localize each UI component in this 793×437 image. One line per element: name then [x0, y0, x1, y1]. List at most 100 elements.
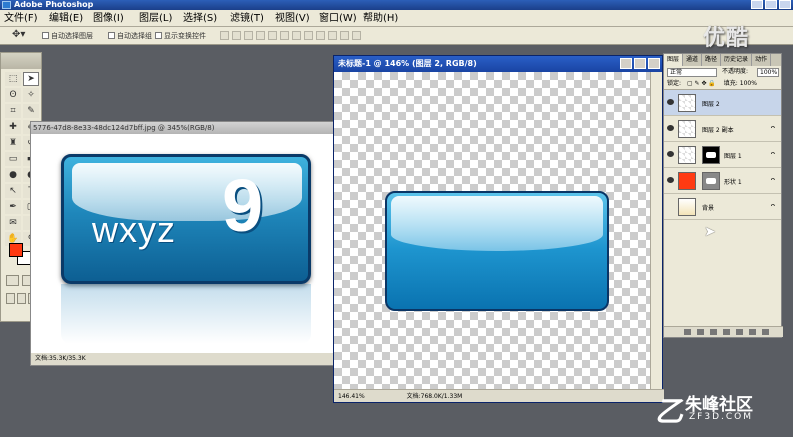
align-hcenter-icon[interactable]: [268, 31, 277, 40]
vertical-scrollbar[interactable]: [650, 72, 662, 391]
watermark-url: ZF3D.COM: [689, 412, 753, 422]
document-canvas[interactable]: [334, 72, 652, 391]
layer-mask-thumbnail: [702, 146, 720, 164]
zoom-level[interactable]: 146.41%: [338, 393, 365, 400]
healing-tool-icon[interactable]: ✚: [5, 120, 21, 134]
app-title: Adobe Photoshop: [14, 0, 94, 9]
layer-row[interactable]: 形状 1 ᴖ: [664, 168, 781, 194]
path-select-tool-icon[interactable]: ↖: [5, 184, 21, 198]
layer-style-icon[interactable]: ᴖ: [771, 124, 775, 132]
slice-tool-icon[interactable]: ✎: [23, 104, 39, 118]
marquee-tool-icon[interactable]: ⬚: [5, 72, 21, 86]
fill-input[interactable]: 100%: [740, 80, 757, 87]
lasso-tool-icon[interactable]: ʘ: [5, 88, 21, 102]
move-tool-icon[interactable]: ✥▾: [12, 29, 25, 40]
notes-tool-icon[interactable]: ✉: [5, 216, 21, 230]
menu-window[interactable]: 窗口(W): [319, 12, 357, 25]
stamp-tool-icon[interactable]: ♜: [5, 136, 21, 150]
distribute-left-icon[interactable]: [328, 31, 337, 40]
crop-tool-icon[interactable]: ⌗: [5, 104, 21, 118]
close-button[interactable]: [648, 58, 660, 69]
layer-name: 图层 1: [724, 153, 742, 160]
move-tool-icon[interactable]: ➤: [23, 72, 39, 86]
document-title[interactable]: 未标题-1 @ 146% (图层 2, RGB/8): [334, 56, 662, 72]
document-canvas[interactable]: wxyz 9: [31, 134, 336, 355]
document-status: 146.41% 文档:768.0K/1.33M: [334, 389, 664, 402]
auto-select-group-option[interactable]: 自动选择组: [108, 31, 152, 41]
layer-thumbnail: [678, 172, 696, 190]
auto-select-layer-checkbox[interactable]: [42, 32, 49, 39]
tab-history[interactable]: 历史记录: [721, 54, 753, 66]
visibility-eye-icon[interactable]: [667, 177, 674, 183]
document-title[interactable]: 5776-47d8-8e33-48dc124d7bff.jpg @ 345%(R…: [31, 122, 334, 134]
distribute-right-icon[interactable]: [352, 31, 361, 40]
layer-row[interactable]: 背景 ᴖ: [664, 194, 781, 220]
tab-actions[interactable]: 动作: [752, 54, 772, 66]
show-transform-checkbox[interactable]: [155, 32, 162, 39]
menu-layer[interactable]: 图层(L): [139, 12, 172, 25]
standard-mode-button[interactable]: [6, 275, 19, 286]
menu-select[interactable]: 选择(S): [183, 12, 217, 25]
foreground-color-swatch[interactable]: [9, 243, 23, 257]
menu-image[interactable]: 图像(I): [93, 12, 124, 25]
minimize-button[interactable]: [620, 58, 632, 69]
align-right-icon[interactable]: [280, 31, 289, 40]
layer-style-icon[interactable]: ᴖ: [771, 150, 775, 158]
screen-mode-standard-button[interactable]: [6, 293, 15, 304]
add-mask-icon[interactable]: [710, 329, 717, 335]
add-style-icon[interactable]: [697, 329, 704, 335]
layer-thumbnail: [678, 146, 696, 164]
blend-mode-select[interactable]: 正常: [667, 68, 717, 77]
distribute-top-icon[interactable]: [292, 31, 301, 40]
align-vcenter-icon[interactable]: [232, 31, 241, 40]
tab-layers[interactable]: 图层: [664, 54, 684, 66]
toolbox-header: [1, 53, 41, 69]
auto-select-layer-option[interactable]: 自动选择图层: [42, 31, 93, 41]
blur-tool-icon[interactable]: ●: [5, 168, 21, 182]
distribute-hcenter-icon[interactable]: [340, 31, 349, 40]
show-transform-option[interactable]: 显示变换控件: [155, 31, 206, 41]
menu-file[interactable]: 文件(F): [4, 12, 38, 25]
distribute-vcenter-icon[interactable]: [304, 31, 313, 40]
lock-icon: ᴖ: [770, 202, 775, 210]
align-left-icon[interactable]: [256, 31, 265, 40]
tab-paths[interactable]: 路径: [702, 54, 722, 66]
delete-layer-icon[interactable]: [762, 329, 769, 335]
opacity-input[interactable]: 100%: [757, 68, 779, 77]
menu-view[interactable]: 视图(V): [275, 12, 310, 25]
layer-thumbnail: [678, 120, 696, 138]
visibility-eye-icon[interactable]: [667, 151, 674, 157]
adjustment-layer-icon[interactable]: [723, 329, 730, 335]
link-layers-icon[interactable]: [684, 329, 691, 335]
layer-row[interactable]: 图层 2: [664, 90, 781, 116]
visibility-eye-icon[interactable]: [667, 125, 674, 131]
tab-channels[interactable]: 通道: [683, 54, 703, 66]
document-window-jpg[interactable]: 5776-47d8-8e33-48dc124d7bff.jpg @ 345%(R…: [30, 121, 336, 366]
auto-select-group-checkbox[interactable]: [108, 32, 115, 39]
menu-filter[interactable]: 滤镜(T): [230, 12, 264, 25]
magic-wand-tool-icon[interactable]: ✧: [23, 88, 39, 102]
align-top-icon[interactable]: [220, 31, 229, 40]
pen-tool-icon[interactable]: ✒: [5, 200, 21, 214]
maximize-button[interactable]: [634, 58, 646, 69]
layer-row[interactable]: 图层 1 ᴖ: [664, 142, 781, 168]
maximize-button[interactable]: [765, 0, 777, 9]
align-bottom-icon[interactable]: [244, 31, 253, 40]
document-window-untitled[interactable]: 未标题-1 @ 146% (图层 2, RGB/8) 146.41% 文档:76…: [333, 55, 664, 403]
screen-mode-menu-button[interactable]: [17, 293, 26, 304]
opacity-label: 不透明度:: [722, 68, 749, 75]
minimize-button[interactable]: [751, 0, 763, 9]
lock-icons[interactable]: ▢ ✎ ✥ 🔒: [687, 80, 716, 87]
eraser-tool-icon[interactable]: ▭: [5, 152, 21, 166]
menu-help[interactable]: 帮助(H): [363, 12, 398, 25]
close-button[interactable]: [779, 0, 791, 9]
layer-style-icon[interactable]: ᴖ: [771, 176, 775, 184]
visibility-eye-icon[interactable]: [667, 99, 674, 105]
new-group-icon[interactable]: [736, 329, 743, 335]
lock-label: 锁定:: [667, 80, 682, 87]
menu-edit[interactable]: 编辑(E): [49, 12, 83, 25]
new-layer-icon[interactable]: [749, 329, 756, 335]
glossy-blue-button: [385, 191, 609, 311]
distribute-bottom-icon[interactable]: [316, 31, 325, 40]
layer-row[interactable]: 图层 2 副本 ᴖ: [664, 116, 781, 142]
